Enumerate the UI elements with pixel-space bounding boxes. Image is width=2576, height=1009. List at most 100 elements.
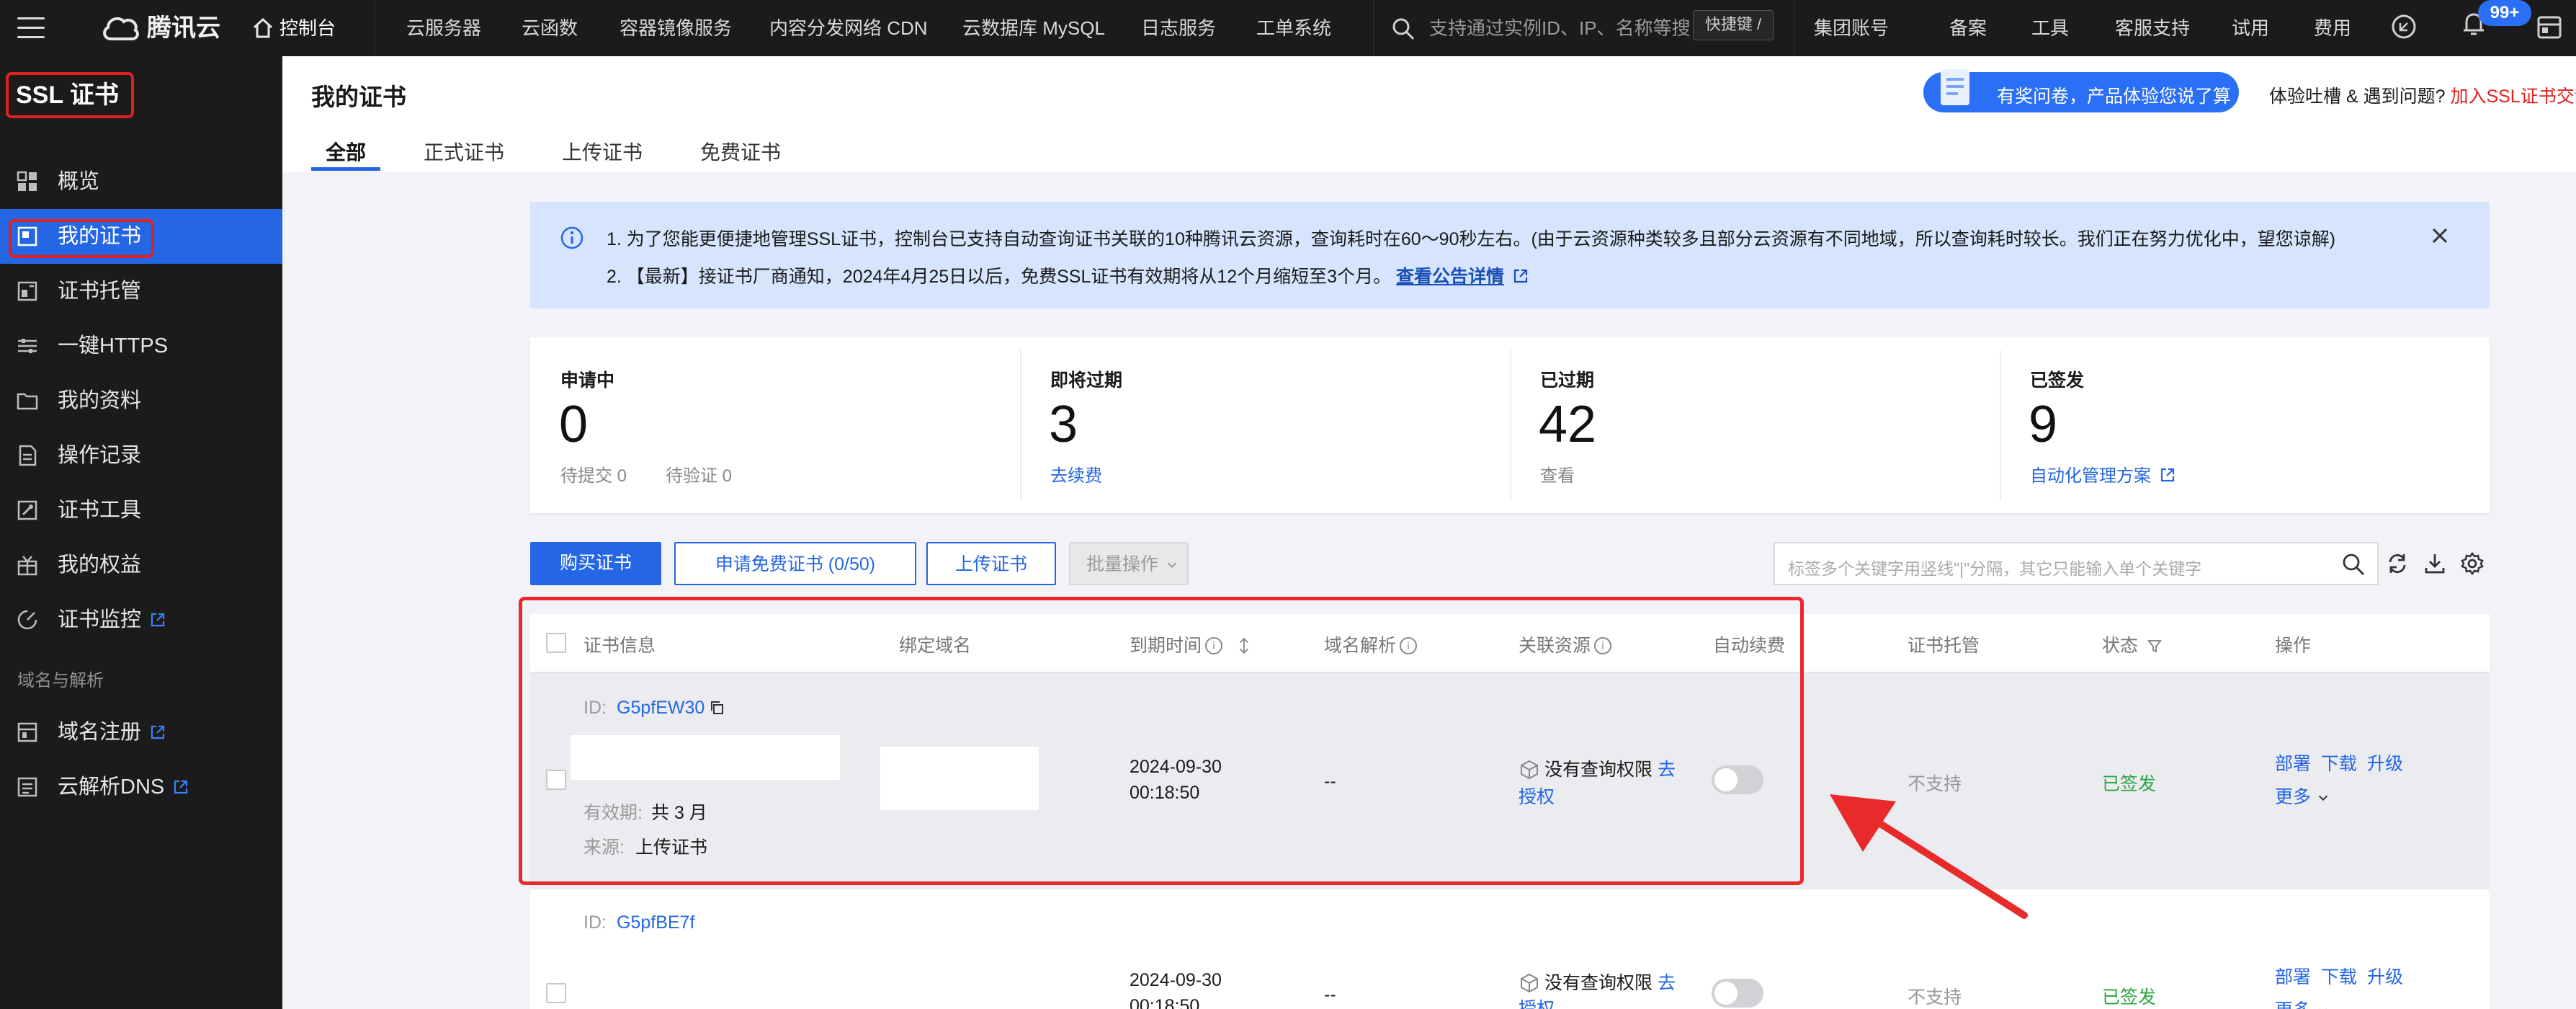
nav-trial[interactable]: 试用	[2232, 0, 2269, 56]
more-actions-dropdown[interactable]: 更多	[2275, 783, 2330, 809]
global-search-input[interactable]: 支持通过实例ID、IP、名称等搜	[1429, 0, 1691, 56]
home-icon[interactable]	[251, 16, 275, 40]
view-expired-link[interactable]: 查看	[1540, 461, 1575, 486]
tencent-cloud-logo-icon[interactable]	[101, 10, 141, 45]
nav-scf[interactable]: 云函数	[522, 0, 578, 56]
menu-icon[interactable]	[17, 17, 45, 39]
deploy-action[interactable]: 部署	[2275, 963, 2311, 989]
sidebar-item-my-benefits[interactable]: 我的权益	[0, 538, 282, 592]
stat-value[interactable]: 0	[559, 395, 588, 454]
stat-title: 即将过期	[1050, 370, 1123, 391]
download-icon[interactable]	[2422, 551, 2448, 577]
annotation-highlight-box	[6, 72, 134, 118]
join-community-link[interactable]: 加入SSL证书交流	[2450, 86, 2576, 107]
upload-certificate-button[interactable]: 上传证书	[926, 542, 1056, 585]
feedback-text: 体验吐槽 & 遇到问题? 加入SSL证书交流	[2269, 82, 2576, 108]
gift-icon	[17, 556, 37, 576]
download-action[interactable]: 下载	[2321, 963, 2357, 989]
col-header-hosting: 证书托管	[1908, 636, 1980, 656]
sidebar-item-my-profile[interactable]: 我的资料	[0, 373, 282, 428]
more-actions-dropdown[interactable]: 更多	[2275, 996, 2330, 1009]
brand-name[interactable]: 腾讯云	[147, 0, 220, 56]
row-checkbox[interactable]	[546, 983, 566, 1003]
sidebar-item-label: 证书托管	[58, 280, 142, 303]
col-header-status[interactable]: 状态	[2102, 631, 2163, 657]
download-action[interactable]: 下载	[2321, 750, 2357, 775]
announcement-link[interactable]: 查看公告详情	[1396, 267, 1504, 287]
stat-value[interactable]: 3	[1049, 395, 1078, 454]
automation-solution-link[interactable]: 自动化管理方案	[2030, 461, 2175, 486]
stat-value[interactable]: 9	[2029, 395, 2057, 454]
chevron-down-icon	[1167, 562, 1177, 569]
tab-official-certs[interactable]: 正式证书	[424, 137, 504, 166]
external-link-icon	[2160, 468, 2175, 482]
upgrade-action[interactable]: 升级	[2367, 750, 2403, 775]
external-link-icon[interactable]	[1513, 268, 1529, 284]
auto-renew-toggle[interactable]	[1712, 979, 1763, 1008]
nav-group-account[interactable]: 集团账号	[1814, 0, 1889, 56]
nav-beian[interactable]: 备案	[1949, 0, 1987, 56]
stat-title: 已签发	[2030, 370, 2085, 391]
tab-free-certs[interactable]: 免费证书	[700, 137, 781, 166]
stat-title: 已过期	[1540, 370, 1595, 391]
tab-uploaded-certs[interactable]: 上传证书	[562, 137, 643, 166]
nav-cvm[interactable]: 云服务器	[406, 0, 481, 56]
authorize-link[interactable]: 去	[1658, 973, 1676, 993]
survey-banner-text[interactable]: 有奖问卷，产品体验您说了算	[1997, 82, 2231, 108]
sidebar-item-cert-tools[interactable]: 证书工具	[0, 483, 282, 538]
sidebar-item-label: 概览	[58, 170, 100, 193]
refresh-icon[interactable]	[2384, 551, 2410, 577]
status-badge: 已签发	[2102, 987, 2157, 1008]
filter-icon[interactable]	[2147, 638, 2163, 654]
stat-pending-submit[interactable]: 待提交 0	[560, 461, 627, 486]
nav-support[interactable]: 客服支持	[2115, 0, 2190, 56]
nav-billing[interactable]: 费用	[2314, 0, 2351, 56]
nav-cls[interactable]: 日志服务	[1141, 0, 1216, 56]
tab-all[interactable]: 全部	[326, 137, 366, 166]
external-link-icon	[151, 725, 165, 739]
batch-operation-dropdown[interactable]: 批量操作	[1069, 542, 1189, 585]
close-icon[interactable]	[2429, 225, 2451, 246]
sidebar-item-label: 我的权益	[58, 554, 142, 577]
search-icon[interactable]	[1390, 16, 1416, 42]
stat-value[interactable]: 42	[1539, 395, 1596, 454]
sidebar-item-label: 云解析DNS	[58, 760, 189, 814]
sidebar-item-overview[interactable]: 概览	[0, 154, 282, 209]
expire-date: 2024-09-30	[1130, 970, 1222, 990]
external-link-icon	[174, 780, 188, 794]
sidebar-item-label: 一键HTTPS	[58, 334, 169, 357]
apply-free-certificate-button[interactable]: 申请免费证书 (0/50)	[674, 542, 916, 585]
tag-search-placeholder: 标签多个关键字用竖线"|"分隔，其它只能输入单个关键字	[1788, 559, 2202, 578]
search-icon[interactable]	[2341, 552, 2366, 577]
stat-pending-verify[interactable]: 待验证 0	[666, 461, 732, 486]
document-icon	[19, 445, 37, 466]
nav-cdn[interactable]: 内容分发网络 CDN	[769, 0, 928, 56]
grid-icon	[17, 171, 37, 191]
nav-tcr[interactable]: 容器镜像服务	[620, 0, 732, 56]
gear-icon[interactable]	[2459, 551, 2485, 577]
cert-id[interactable]: G5pfBE7f	[617, 912, 694, 933]
notification-count-badge: 99+	[2478, 0, 2531, 26]
inbox-icon[interactable]	[2536, 14, 2563, 40]
deploy-action[interactable]: 部署	[2275, 750, 2311, 775]
chevron-down-icon	[2318, 795, 2328, 801]
authorize-link[interactable]: 授权	[1519, 995, 1555, 1009]
annotation-highlight-box	[9, 219, 154, 258]
nav-tools[interactable]: 工具	[2031, 0, 2069, 56]
notice-line-2: 2. 【最新】接证书厂商通知，2024年4月25日以后，免费SSL证书有效期将从…	[607, 262, 1529, 288]
help-icon[interactable]	[2390, 13, 2418, 40]
nav-mysql[interactable]: 云数据库 MySQL	[962, 0, 1105, 56]
sidebar-item-one-click-https[interactable]: 一键HTTPS	[0, 319, 282, 373]
sidebar-item-cert-monitor[interactable]: 证书监控	[0, 592, 282, 647]
sidebar-item-operation-log[interactable]: 操作记录	[0, 428, 282, 483]
nav-ticket[interactable]: 工单系统	[1256, 0, 1331, 56]
upgrade-action[interactable]: 升级	[2367, 963, 2403, 989]
linked-resource: 没有查询权限 去	[1519, 969, 1676, 995]
buy-certificate-button[interactable]: 购买证书	[530, 542, 661, 585]
tool-icon	[17, 500, 37, 520]
sidebar-item-cloud-dns[interactable]: 云解析DNS	[0, 760, 282, 814]
sidebar-item-domain-registration[interactable]: 域名注册	[0, 705, 282, 760]
sidebar-item-hosting[interactable]: 证书托管	[0, 264, 282, 319]
console-link[interactable]: 控制台	[279, 0, 336, 56]
renew-link[interactable]: 去续费	[1050, 461, 1102, 486]
